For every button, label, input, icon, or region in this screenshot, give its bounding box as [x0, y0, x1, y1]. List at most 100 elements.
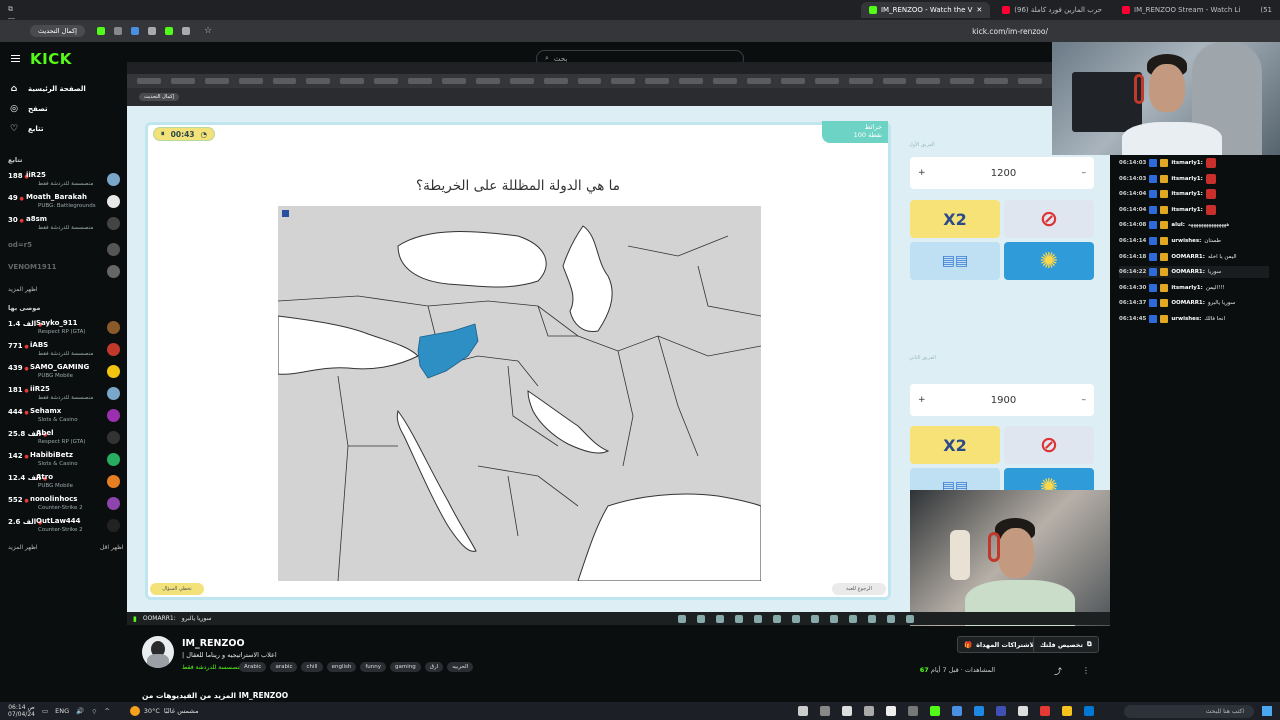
recommended-channel[interactable]: 25.8 الفAbelRespect RP (GTA) — [8, 428, 120, 448]
app-icon[interactable] — [952, 706, 962, 716]
app-icon[interactable] — [842, 706, 852, 716]
weather-widget[interactable]: 30°C مشمس غالبًا — [129, 706, 199, 716]
captured-browser-chrome: إكمال التحديث — [127, 62, 1110, 106]
chat-message[interactable]: 06:14:22 OOMARR1: سوريا — [1119, 266, 1269, 279]
minus-icon[interactable]: – — [1082, 168, 1087, 178]
following-channel-offline[interactable]: od=r5 — [8, 240, 120, 260]
following-channel[interactable]: 30 a8sm منصسسة للدردشة فقط — [8, 214, 120, 234]
chat-message[interactable]: 06:14:04 itsmarly1: — [1119, 188, 1216, 200]
language-indicator[interactable]: ENG — [55, 707, 69, 715]
network-icon[interactable]: ⌔ — [91, 707, 97, 716]
recommended-channel[interactable]: 12.4 الفAtroPUBG Mobile — [8, 472, 120, 492]
tag-chip[interactable]: chill — [301, 662, 323, 672]
app-icon[interactable] — [930, 706, 940, 716]
following-channel-offline[interactable]: VENOM1911 — [8, 262, 120, 282]
chat-message[interactable]: 06:14:45 urwishes: انحا فالك — [1119, 313, 1225, 325]
chat-message[interactable]: 06:14:03 itsmarly1: — [1119, 173, 1216, 185]
clip-button[interactable]: تخصيص فلتك ⧉ — [1033, 636, 1099, 653]
clock[interactable]: 06:14 ص 07/04/24 — [8, 704, 35, 718]
chat-message[interactable]: 06:14:14 urwishes: طستان — [1119, 235, 1221, 247]
more-options-icon[interactable]: ⋮ — [1082, 666, 1090, 675]
chat-panel: 06:14:03 itsmarly1: 06:14:03 itsmarly1: 06:1… — [1110, 155, 1280, 355]
tag-chip[interactable]: funny — [360, 662, 387, 672]
window-controls[interactable]: ⧉ ― ✕ — [8, 5, 18, 30]
crown-icon — [1160, 268, 1169, 277]
notification-icon[interactable]: ▭ — [42, 707, 48, 715]
plus-icon[interactable]: + — [918, 395, 926, 405]
crown-icon — [1160, 252, 1169, 261]
tag-chip[interactable]: arabic — [270, 662, 298, 672]
app-icon[interactable] — [820, 706, 830, 716]
block-powerup-icon[interactable]: ⊘ — [1004, 426, 1094, 464]
tag-chip[interactable]: الحربيه — [447, 662, 474, 672]
app-icon[interactable] — [886, 706, 896, 716]
app-icon[interactable] — [1084, 706, 1094, 716]
tag-chip[interactable]: ارق — [424, 662, 444, 672]
cards-powerup-icon[interactable]: ▤▤ — [910, 242, 1000, 280]
channel-avatar[interactable] — [142, 636, 174, 668]
app-icon[interactable] — [798, 706, 808, 716]
chat-message[interactable]: 06:14:30 itsmarly1: اليمن!!! — [1119, 282, 1225, 294]
tab-other[interactable]: (51 — [1252, 2, 1280, 18]
windows-search[interactable]: اكتب هنا للبحث — [1124, 704, 1254, 718]
app-icon[interactable] — [974, 706, 984, 716]
pause-icon[interactable]: ⏸ — [161, 129, 165, 139]
block-powerup-icon[interactable]: ⊘ — [1004, 200, 1094, 238]
share-icon[interactable]: ⤴ — [1054, 666, 1062, 677]
recommended-channel[interactable]: 444SehamxSlots & Casino — [8, 406, 120, 426]
minus-icon[interactable]: – — [1082, 395, 1087, 405]
x2-powerup[interactable]: X2 — [910, 426, 1000, 464]
chevron-up-icon[interactable]: ^ — [104, 707, 109, 715]
recommended-channel[interactable]: 2.6 الفOutLaw444Counter-Strike 2 — [8, 516, 120, 536]
recommended-channel[interactable]: 1.4 الفSayko_911Respect RP (GTA) — [8, 318, 120, 338]
plus-icon[interactable]: + — [918, 168, 926, 178]
recommended-channel[interactable]: 181iiR25منصسسة للدردشة فقط — [8, 384, 120, 404]
show-more-link[interactable]: اظهر المزيد — [8, 544, 38, 551]
following-channel[interactable]: 49 Moath_Barakah PUBG: Battlegrounds — [8, 192, 120, 212]
tag-chip[interactable]: Arabic — [239, 662, 267, 672]
chat-message[interactable]: 06:14:08 alul: هههههههههههههههه — [1119, 219, 1229, 231]
chat-message[interactable]: 06:14:04 itsmarly1: — [1119, 204, 1216, 216]
app-icon[interactable] — [1018, 706, 1028, 716]
menu-icon[interactable] — [11, 55, 20, 62]
wheel-powerup-icon[interactable]: ✺ — [1004, 242, 1094, 280]
recommended-channel[interactable]: 552nonolinhocsCounter-Strike 2 — [8, 494, 120, 514]
app-icon[interactable] — [908, 706, 918, 716]
nav-home[interactable]: ⌂ الصفحة الرئيسية — [8, 84, 118, 94]
chat-message[interactable]: 06:14:03 itsmarly1: — [1119, 157, 1216, 169]
show-more-link[interactable]: اظهر المزيد — [8, 286, 38, 293]
x2-powerup[interactable]: X2 — [910, 200, 1000, 238]
chat-message[interactable]: 06:14:18 OOMARR1: اليمن يا اخله — [1119, 251, 1237, 263]
nav-following[interactable]: ♡ تتابع — [8, 124, 118, 134]
skip-question-button[interactable]: تخطي السؤال — [150, 583, 204, 595]
recommended-channel[interactable]: 771iABSمنصسسة للدردشة فقط — [8, 340, 120, 360]
address-bar[interactable]: kick.com/im-renzoo/ — [972, 27, 1048, 36]
recommended-channel[interactable]: 439SAMO_GAMINGPUBG Mobile — [8, 362, 120, 382]
channel-name[interactable]: IM_RENZOO — [182, 638, 245, 649]
windows-start-icon[interactable] — [1262, 706, 1272, 716]
bookmark-star-icon[interactable]: ☆ — [204, 26, 212, 36]
following-channel[interactable]: 188 iiR25 منصسسة للدردشة فقط — [8, 170, 120, 190]
update-button[interactable]: إكمال التحديث — [30, 25, 85, 37]
nav-browse[interactable]: ◎ تصفح — [8, 104, 118, 114]
kick-logo[interactable]: KICK — [30, 50, 72, 68]
tag-chip[interactable]: english — [326, 662, 357, 672]
stream-category[interactable]: منصسسة للدردشة فقط — [182, 664, 242, 671]
tag-chip[interactable]: gaming — [390, 662, 421, 672]
tab-youtube[interactable]: (96) حرب المارين فورد كاملة — [994, 2, 1110, 18]
app-icon[interactable] — [864, 706, 874, 716]
kick-sidebar: KICK ⌂ الصفحة الرئيسية ◎ تصفح ♡ تتابع تت… — [0, 42, 127, 702]
volume-icon[interactable]: 🔊 — [76, 707, 84, 715]
folder-icon[interactable] — [1062, 706, 1072, 716]
app-icon[interactable] — [996, 706, 1006, 716]
show-less-link[interactable]: اظهر اقل — [100, 544, 124, 551]
tab-kick[interactable]: IM_RENZOO - Watch the V ✕ — [860, 2, 991, 18]
chat-message[interactable]: 06:14:37 OOMARR1: سوريا يالبرو — [1119, 297, 1235, 309]
gifted-subs-button[interactable]: 🎁 الاشتراكات المهداة — [957, 636, 1044, 653]
back-to-game-button[interactable]: الرجوع للعبة — [832, 583, 886, 595]
chrome-icon[interactable] — [1040, 706, 1050, 716]
recommended-channel[interactable]: 142HabibiBetzSlots & Casino — [8, 450, 120, 470]
tab-kick-2[interactable]: IM_RENZOO Stream - Watch Li — [1114, 2, 1248, 18]
stream-bottom-bar: ▮ OOMARR1: سوريا يالبرو — [127, 612, 1110, 625]
close-tab-icon[interactable]: ✕ — [976, 6, 982, 14]
